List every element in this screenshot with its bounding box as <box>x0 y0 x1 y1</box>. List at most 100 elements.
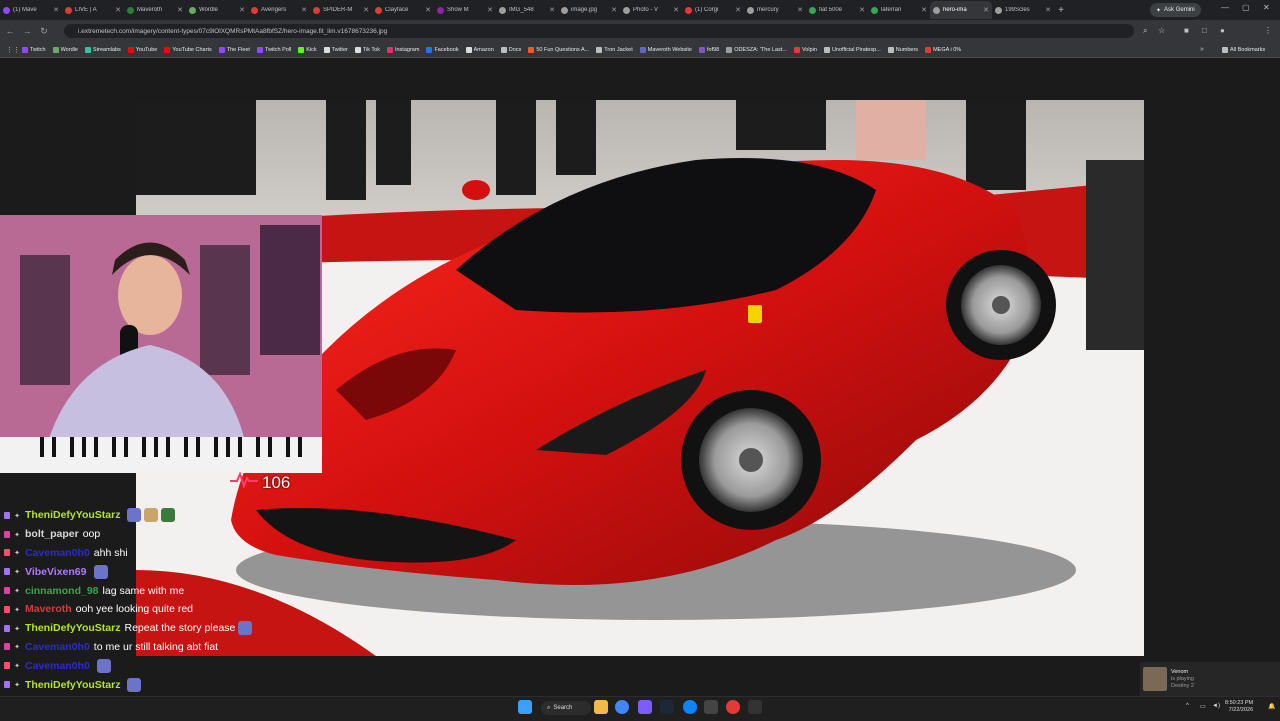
bookmark-item[interactable]: Numbers <box>887 46 918 53</box>
browser-tab[interactable]: Clayface ✕ <box>372 1 434 19</box>
bookmark-item[interactable]: Kick <box>298 46 317 53</box>
search-icon: ⌕ <box>547 704 551 711</box>
bookmark-item[interactable]: Facebook <box>426 46 459 53</box>
chat-message: ✦ Maveroth ooh yee looking quite red <box>4 600 404 619</box>
bookmark-item[interactable]: fof98 <box>698 46 719 53</box>
bookmark-item[interactable]: YouTube Charts <box>164 46 212 53</box>
bookmark-star-icon[interactable]: ☆ <box>1158 26 1165 35</box>
bookmark-item[interactable]: Volpin <box>793 46 817 53</box>
close-tab-icon[interactable]: ✕ <box>797 6 803 14</box>
tray-chevron-icon[interactable]: ^ <box>1186 703 1189 709</box>
streamlabs-icon[interactable] <box>726 700 740 714</box>
extension-icon[interactable]: ■ <box>1184 26 1189 35</box>
browser-tab[interactable]: Wordle ✕ <box>186 1 248 19</box>
close-tab-icon[interactable]: ✕ <box>735 6 741 14</box>
browser-tab[interactable]: Maveroth ✕ <box>124 1 186 19</box>
bookmark-item[interactable]: Docs <box>500 46 521 53</box>
browser-tab[interactable]: (1) Corgi ✕ <box>682 1 744 19</box>
browser-tab[interactable]: (1) Mave ✕ <box>0 1 62 19</box>
close-tab-icon[interactable]: ✕ <box>859 6 865 14</box>
close-window-icon[interactable]: ✕ <box>1263 3 1270 12</box>
chat-message: ✦ Caveman0h0 ahh shi <box>4 544 404 563</box>
bookmark-item[interactable]: ODESZA: 'The Last... <box>726 46 787 53</box>
more-bookmarks-icon[interactable]: » <box>1200 46 1204 53</box>
browser-tab[interactable]: Avengers ✕ <box>248 1 310 19</box>
tab-title: IMG_548 <box>509 7 534 13</box>
bookmark-item[interactable]: Twitch Poll <box>256 46 291 53</box>
browser-tab[interactable]: image.jpg ✕ <box>558 1 620 19</box>
browser-tab[interactable]: Photo - V ✕ <box>620 1 682 19</box>
notification-line2: Destiny 2 <box>1171 682 1194 689</box>
apps-icon[interactable]: ⋮⋮ <box>6 46 20 54</box>
bookmark-item[interactable]: Unofficial Piratesp... <box>823 46 881 53</box>
all-bookmarks[interactable]: All Bookmarks <box>1222 46 1265 53</box>
close-tab-icon[interactable]: ✕ <box>177 6 183 14</box>
bookmark-item[interactable]: Streamlabs <box>84 46 121 53</box>
chat-text: ahh shi <box>93 546 128 559</box>
close-tab-icon[interactable]: ✕ <box>983 6 989 14</box>
bookmark-item[interactable]: Amazon <box>465 46 494 53</box>
browser-tab[interactable]: SPIDER-M ✕ <box>310 1 372 19</box>
maximize-icon[interactable]: ▢ <box>1242 3 1250 12</box>
obs-icon[interactable] <box>748 700 762 714</box>
back-icon[interactable]: ← <box>3 26 17 36</box>
close-tab-icon[interactable]: ✕ <box>549 6 555 14</box>
profile-icon[interactable]: ● <box>1220 26 1225 35</box>
browser-tab[interactable]: Show M ✕ <box>434 1 496 19</box>
close-tab-icon[interactable]: ✕ <box>673 6 679 14</box>
network-icon[interactable]: ▭ <box>1200 703 1206 710</box>
bookmark-item[interactable]: Tron Jacket <box>596 46 633 53</box>
close-tab-icon[interactable]: ✕ <box>611 6 617 14</box>
close-tab-icon[interactable]: ✕ <box>1045 6 1051 14</box>
bookmark-item[interactable]: MEGA i 0% <box>925 46 961 53</box>
bookmark-item[interactable]: Twitch <box>22 46 46 53</box>
bookmark-item[interactable]: Tik Tok <box>354 46 380 53</box>
bookmark-item[interactable]: Instagram <box>386 46 419 53</box>
start-icon[interactable] <box>518 700 532 714</box>
app-icon[interactable] <box>638 700 652 714</box>
minimize-icon[interactable]: — <box>1221 3 1229 12</box>
close-tab-icon[interactable]: ✕ <box>239 6 245 14</box>
browser-tab[interactable]: mercury ✕ <box>744 1 806 19</box>
bookmark-item[interactable]: Wordle <box>52 46 78 53</box>
menu-icon[interactable]: ⋮ <box>1264 26 1272 35</box>
new-tab-button[interactable]: + <box>1054 5 1068 16</box>
close-tab-icon[interactable]: ✕ <box>115 6 121 14</box>
bookmark-item[interactable]: Maveroth Website <box>639 46 692 53</box>
ask-gemini-button[interactable]: ✦ Ask Gemini <box>1150 3 1201 17</box>
browser-tab[interactable]: LIVE | A ✕ <box>62 1 124 19</box>
system-clock[interactable]: 8:50:23 PM 7/22/2026 <box>1225 700 1253 714</box>
zoom-icon[interactable]: ⌕ <box>1143 26 1147 36</box>
address-bar[interactable]: i.extremetech.com/imagery/content-types/… <box>64 24 1134 38</box>
close-tab-icon[interactable]: ✕ <box>487 6 493 14</box>
bookmark-item[interactable]: 50 Fun Questions A... <box>528 46 589 53</box>
browser-tab[interactable]: 199Scles ✕ <box>992 1 1054 19</box>
close-tab-icon[interactable]: ✕ <box>425 6 431 14</box>
tab-search-icon[interactable]: □ <box>1202 26 1207 35</box>
search-label: Search <box>553 705 573 711</box>
forward-icon[interactable]: → <box>20 26 34 36</box>
browser-tab[interactable]: laferrari ✕ <box>868 1 930 19</box>
edge-icon[interactable] <box>683 700 697 714</box>
volume-icon[interactable]: ◄) <box>1212 703 1220 709</box>
bookmark-item[interactable]: YouTube <box>127 46 157 53</box>
tab-favicon-icon <box>189 6 196 14</box>
bookmark-item[interactable]: Twitter <box>323 46 348 53</box>
reload-icon[interactable]: ↻ <box>37 26 51 37</box>
calculator-icon[interactable] <box>704 700 718 714</box>
close-tab-icon[interactable]: ✕ <box>301 6 307 14</box>
taskbar-search[interactable]: ⌕ Search <box>541 701 591 715</box>
sub-badge-icon: ✦ <box>14 512 20 520</box>
close-tab-icon[interactable]: ✕ <box>921 6 927 14</box>
bookmark-item[interactable]: The Fleet <box>218 46 250 53</box>
close-tab-icon[interactable]: ✕ <box>53 6 59 14</box>
file-explorer-icon[interactable] <box>594 700 608 714</box>
tab-favicon-icon <box>251 6 258 14</box>
browser-tab[interactable]: hero-ima ✕ <box>930 1 992 19</box>
close-tab-icon[interactable]: ✕ <box>363 6 369 14</box>
browser-tab[interactable]: IMG_548 ✕ <box>496 1 558 19</box>
browser-tab[interactable]: fiat 500e ✕ <box>806 1 868 19</box>
notification-bell-icon[interactable]: 🔔 <box>1268 703 1275 710</box>
steam-icon[interactable] <box>660 700 674 714</box>
chrome-icon[interactable] <box>615 700 629 714</box>
